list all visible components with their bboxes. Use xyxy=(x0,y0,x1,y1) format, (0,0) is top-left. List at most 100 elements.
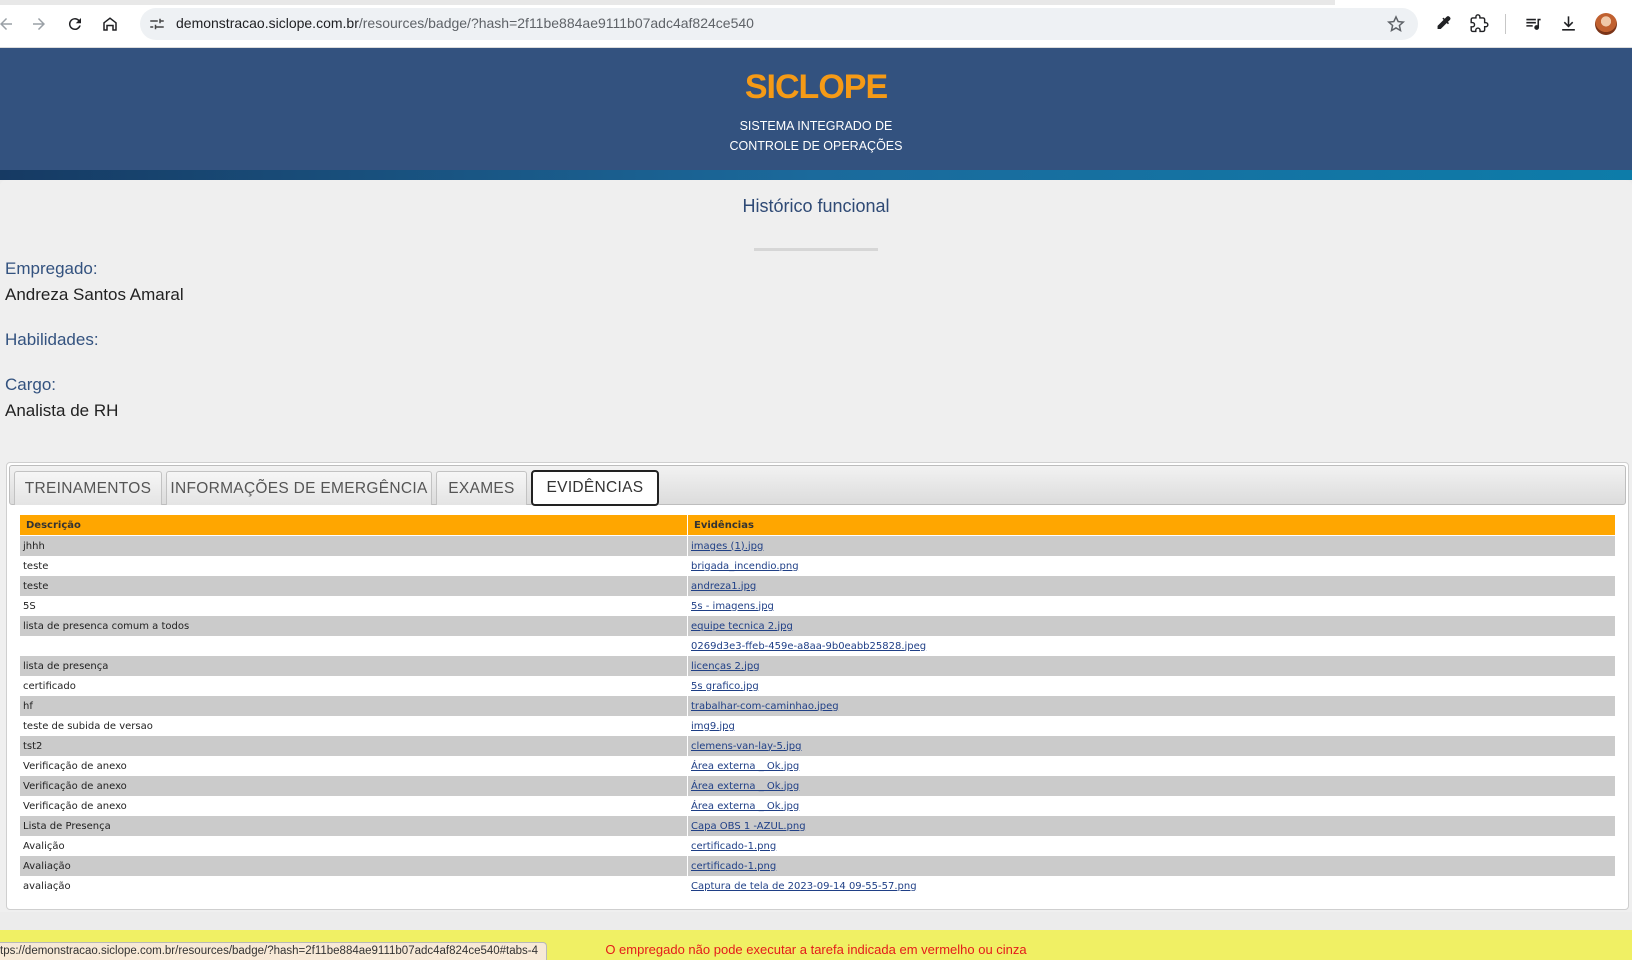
evidence-file-link[interactable]: 5s - imagens.jpg xyxy=(691,601,774,612)
tab-exames[interactable]: EXAMES xyxy=(436,471,527,505)
evidence-file-link[interactable]: trabalhar-com-caminhao.jpeg xyxy=(691,701,839,712)
row-evidence-cell: trabalhar-com-caminhao.jpeg xyxy=(688,696,1615,716)
evidence-file-link[interactable]: images (1).jpg xyxy=(691,541,763,552)
row-evidence-cell: 5s - imagens.jpg xyxy=(688,596,1615,616)
brand-logo[interactable]: SICLOPE xyxy=(0,68,1632,107)
evidence-file-link[interactable]: Captura de tela de 2023-09-14 09-55-57.p… xyxy=(691,881,917,892)
tab-informacoes-de-emergencia[interactable]: INFORMAÇÕES DE EMERGÊNCIA xyxy=(166,471,432,505)
table-row: Avaliação certificado-1.png xyxy=(20,856,1615,876)
evidence-file-link[interactable]: 0269d3e3-ffeb-459e-a8aa-9b0eabb25828.jpe… xyxy=(691,641,926,652)
evidence-file-link[interactable]: Área externa _ Ok.jpg xyxy=(691,801,799,812)
table-row: jhhh images (1).jpg xyxy=(20,536,1615,556)
evidence-file-link[interactable]: img9.jpg xyxy=(691,721,735,732)
table-row: Avalição certificado-1.png xyxy=(20,836,1615,856)
profile-avatar[interactable] xyxy=(1595,13,1617,35)
table-row: avaliação Captura de tela de 2023-09-14 0… xyxy=(20,876,1615,896)
back-icon[interactable] xyxy=(0,12,18,36)
row-description: Avaliação xyxy=(20,856,687,876)
header-stripe xyxy=(0,170,1632,180)
tab-nav: TREINAMENTOS INFORMAÇÕES DE EMERGÊNCIA E… xyxy=(9,465,1626,506)
employee-value: Andreza Santos Amaral xyxy=(5,285,184,304)
table-row: lista de presença licenças 2.jpg xyxy=(20,656,1615,676)
row-description: teste de subida de versao xyxy=(20,716,687,736)
row-evidence-cell: 5s grafico.jpg xyxy=(688,676,1615,696)
tabs-panel: TREINAMENTOS INFORMAÇÕES DE EMERGÊNCIA E… xyxy=(6,462,1629,910)
row-evidence-cell: Área externa _ Ok.jpg xyxy=(688,756,1615,776)
evidence-file-link[interactable]: andreza1.jpg xyxy=(691,581,756,592)
row-description: jhhh xyxy=(20,536,687,556)
row-description xyxy=(20,636,687,656)
table-row: Lista de Presença Capa OBS 1 -AZUL.png xyxy=(20,816,1615,836)
row-description: certificado xyxy=(20,676,687,696)
table-row: certificado 5s grafico.jpg xyxy=(20,676,1615,696)
evidence-file-link[interactable]: Área externa _ Ok.jpg xyxy=(691,761,799,772)
toolbar-separator xyxy=(1505,14,1506,34)
reading-list-icon[interactable] xyxy=(1522,12,1544,34)
skills-label: Habilidades: xyxy=(5,330,99,349)
table-row: tst2 clemens-van-lay-5.jpg xyxy=(20,736,1615,756)
column-header-descricao[interactable]: Descrição xyxy=(20,515,687,536)
table-body: jhhh images (1).jpg teste brigada_incendio.… xyxy=(20,536,1615,896)
tab-evidencias[interactable]: EVIDÊNCIAS xyxy=(531,470,659,506)
brand-subtitle: SISTEMA INTEGRADO DE CONTROLE DE OPERAÇÕ… xyxy=(0,116,1632,156)
row-description: teste xyxy=(20,576,687,596)
page-title: Histórico funcional xyxy=(742,196,890,216)
table-header-row: Descrição Evidências xyxy=(20,515,1615,536)
table-row: hf trabalhar-com-caminhao.jpeg xyxy=(20,696,1615,716)
extensions-icon[interactable] xyxy=(1468,12,1490,34)
evidence-file-link[interactable]: brigada_incendio.png xyxy=(691,561,799,572)
table-row: teste brigada_incendio.png xyxy=(20,556,1615,576)
table-row: Verificação de anexo Área externa _ Ok.jp… xyxy=(20,796,1615,816)
evidence-file-link[interactable]: Área externa _ Ok.jpg xyxy=(691,781,799,792)
role-value: Analista de RH xyxy=(5,401,119,420)
row-description: tst2 xyxy=(20,736,687,756)
url-host: demonstracao.siclope.com.br xyxy=(176,15,359,31)
evidence-file-link[interactable]: Capa OBS 1 -AZUL.png xyxy=(691,821,806,832)
row-description: Verificação de anexo xyxy=(20,776,687,796)
column-header-evidencias[interactable]: Evidências xyxy=(688,515,1615,536)
row-description: 5S xyxy=(20,596,687,616)
row-evidence-cell: Área externa _ Ok.jpg xyxy=(688,796,1615,816)
row-evidence-cell: licenças 2.jpg xyxy=(688,656,1615,676)
evidence-file-link[interactable]: 5s grafico.jpg xyxy=(691,681,759,692)
row-evidence-cell: Área externa _ Ok.jpg xyxy=(688,776,1615,796)
row-description: teste xyxy=(20,556,687,576)
evidence-file-link[interactable]: equipe tecnica 2.jpg xyxy=(691,621,793,632)
row-description: avaliação xyxy=(20,876,687,896)
row-description: lista de presenca comum a todos xyxy=(20,616,687,636)
row-description: Lista de Presença xyxy=(20,816,687,836)
table-row: Verificação de anexo Área externa _ Ok.jp… xyxy=(20,776,1615,796)
site-header: SICLOPE SISTEMA INTEGRADO DE CONTROLE DE… xyxy=(0,48,1632,170)
evidence-file-link[interactable]: licenças 2.jpg xyxy=(691,661,760,672)
role-label: Cargo: xyxy=(5,375,57,394)
row-evidence-cell: certificado-1.png xyxy=(688,856,1615,876)
table-row: teste de subida de versao img9.jpg xyxy=(20,716,1615,736)
url-text[interactable]: demonstracao.siclope.com.br/resources/ba… xyxy=(176,15,754,31)
row-evidence-cell: images (1).jpg xyxy=(688,536,1615,556)
row-evidence-cell: equipe tecnica 2.jpg xyxy=(688,616,1615,636)
row-description: lista de presença xyxy=(20,656,687,676)
row-evidence-cell: Captura de tela de 2023-09-14 09-55-57.p… xyxy=(688,876,1615,896)
tab-treinamentos[interactable]: TREINAMENTOS xyxy=(14,471,162,505)
evidence-file-link[interactable]: certificado-1.png xyxy=(691,861,776,872)
row-description: Verificação de anexo xyxy=(20,796,687,816)
url-path: /resources/badge/?hash=2f11be884ae9111b0… xyxy=(358,15,754,31)
row-evidence-cell: brigada_incendio.png xyxy=(688,556,1615,576)
bookmark-star-icon[interactable] xyxy=(1386,14,1406,34)
row-evidence-cell: img9.jpg xyxy=(688,716,1615,736)
status-bar-url: tps://demonstracao.siclope.com.br/resour… xyxy=(0,942,548,960)
row-evidence-cell: Capa OBS 1 -AZUL.png xyxy=(688,816,1615,836)
address-bar[interactable]: demonstracao.siclope.com.br/resources/ba… xyxy=(140,8,1418,40)
reload-icon[interactable] xyxy=(63,12,87,36)
evidence-file-link[interactable]: clemens-van-lay-5.jpg xyxy=(691,741,801,752)
forward-icon[interactable] xyxy=(27,12,51,36)
site-info-icon[interactable] xyxy=(148,15,166,33)
employee-label: Empregado: xyxy=(5,259,98,278)
home-icon[interactable] xyxy=(98,12,122,36)
evidence-file-link[interactable]: certificado-1.png xyxy=(691,841,776,852)
browser-toolbar: demonstracao.siclope.com.br/resources/ba… xyxy=(0,0,1632,48)
table-row: lista de presenca comum a todos equipe te… xyxy=(20,616,1615,636)
eyedropper-icon[interactable] xyxy=(1432,12,1454,34)
row-evidence-cell: clemens-van-lay-5.jpg xyxy=(688,736,1615,756)
download-icon[interactable] xyxy=(1557,12,1579,34)
